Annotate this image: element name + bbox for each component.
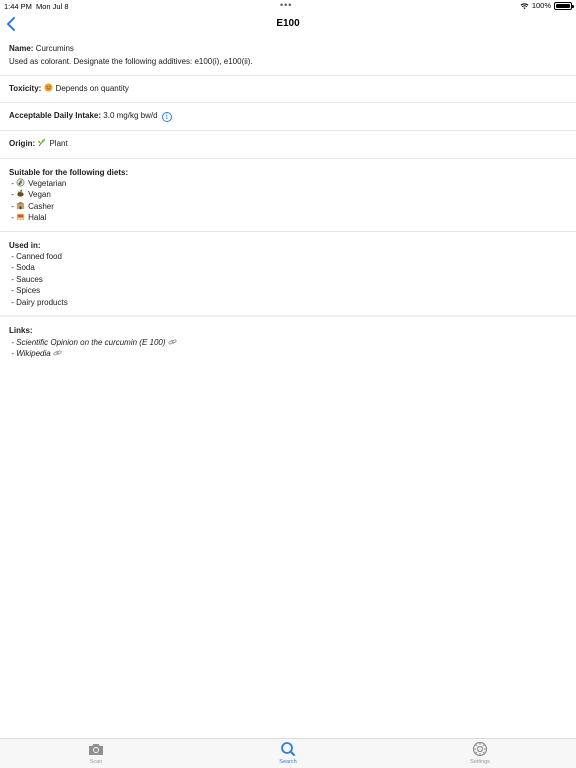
used-in-item: - Soda [11, 263, 35, 273]
name-section: Name: Curcumins Used as colorant. Design… [0, 38, 576, 76]
diet-item: - Vegetarian [11, 178, 67, 189]
origin-label: Origin: [9, 139, 36, 149]
additive-details: Name: Curcumins Used as colorant. Design… [0, 38, 576, 366]
link-item[interactable]: - Wikipedia [9, 348, 567, 359]
status-right: 100% [520, 1, 574, 10]
toxicity-section: Toxicity: Depends on quantity [0, 76, 576, 104]
link-item[interactable]: - Scientific Opinion on the curcumin (E … [9, 337, 567, 348]
links-section: Links: - Scientific Opinion on the curcu… [0, 317, 576, 366]
status-date: Mon Jul 8 [36, 2, 69, 11]
gear-icon [472, 741, 488, 757]
adi-value: 3.0 mg/kg bw/d [103, 111, 158, 121]
toxicity-value: Depends on quantity [55, 83, 129, 93]
tab-scan[interactable]: Scan [66, 741, 126, 765]
camera-icon [89, 744, 103, 755]
used-in-section: Used in: - Canned food - Soda - Sauces -… [0, 232, 576, 318]
links-label: Links: [9, 326, 33, 336]
navigation-bar: E100 [0, 12, 576, 38]
seedling-icon [38, 139, 46, 147]
used-in-item: - Spices [11, 286, 41, 296]
origin-value: Plant [49, 139, 68, 149]
halal-icon [17, 214, 25, 221]
adi-section: Acceptable Daily Intake: 3.0 mg/kg bw/d … [0, 103, 576, 132]
name-value: Curcumins [35, 44, 74, 53]
search-icon [281, 742, 295, 756]
link-icon [53, 350, 62, 356]
used-in-item: - Dairy products [11, 297, 68, 307]
tab-settings[interactable]: Settings [450, 741, 510, 765]
diets-section: Suitable for the following diets: - Vege… [0, 159, 576, 232]
name-label: Name: [9, 44, 34, 53]
multitasking-dots[interactable]: ••• [280, 0, 292, 10]
used-in-item: - Canned food [11, 252, 62, 262]
origin-section: Origin: Plant [0, 131, 576, 159]
diet-item: - Casher [11, 201, 54, 211]
battery-percent: 100% [531, 1, 551, 10]
toxicity-label: Toxicity: [9, 83, 42, 93]
vegetarian-icon [16, 178, 25, 187]
wifi-icon [520, 2, 529, 9]
tab-bar: Scan Search Settings [0, 738, 576, 768]
wikipedia-link[interactable]: Wikipedia [16, 349, 51, 358]
status-bar: 1:44 PM Mon Jul 8 ••• 100% [0, 0, 576, 12]
orange-circle-icon [43, 83, 53, 92]
battery-icon [554, 1, 574, 10]
scientific-opinion-link[interactable]: Scientific Opinion on the curcumin (E 10… [16, 338, 165, 347]
used-in-item: - Sauces [11, 274, 43, 284]
vegan-icon [17, 190, 24, 198]
info-icon[interactable]: i [161, 112, 172, 123]
page-title: E100 [276, 18, 300, 29]
diet-item: - Halal [11, 213, 47, 223]
used-in-label: Used in: [9, 240, 41, 250]
diet-item: - Vegan [11, 190, 51, 200]
status-time: 1:44 PM [4, 2, 32, 11]
adi-label: Acceptable Daily Intake: [9, 111, 102, 121]
tab-search[interactable]: Search [258, 741, 318, 765]
name-description: Used as colorant. Designate the followin… [9, 57, 253, 67]
casher-icon [17, 201, 25, 209]
diets-label: Suitable for the following diets: [9, 167, 129, 177]
link-icon [168, 338, 177, 344]
